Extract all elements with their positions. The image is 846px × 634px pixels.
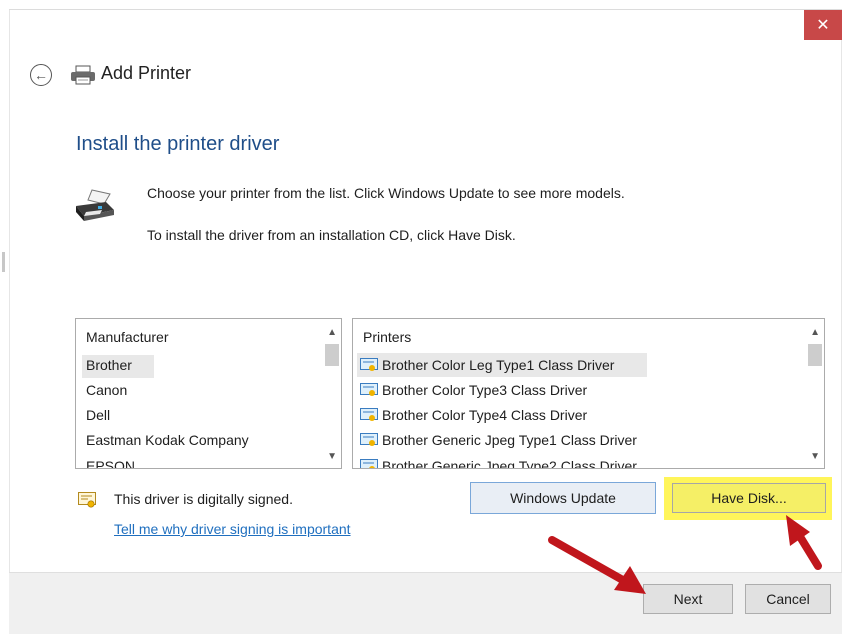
red-arrow-to-next bbox=[548, 536, 646, 594]
annotation-arrows bbox=[548, 515, 822, 594]
red-arrow-to-have-disk bbox=[786, 515, 822, 570]
